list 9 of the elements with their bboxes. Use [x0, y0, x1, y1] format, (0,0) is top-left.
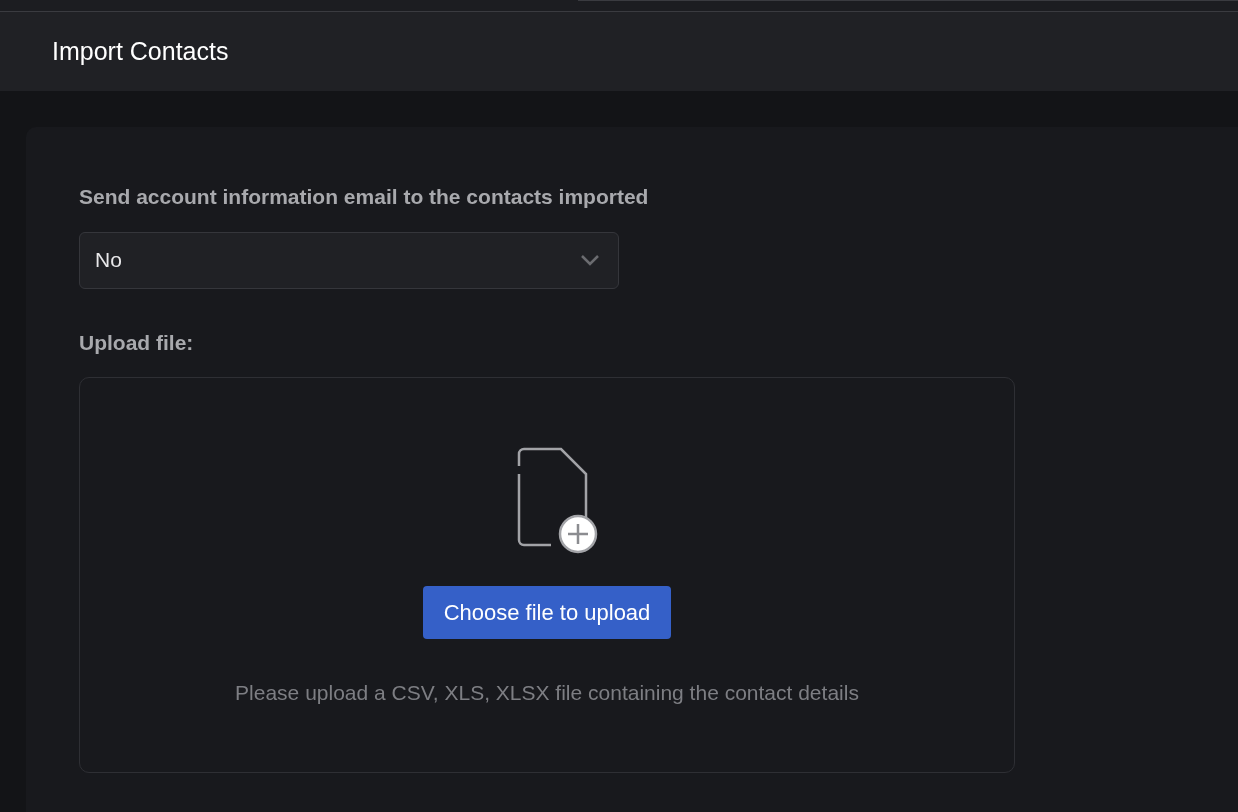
select-dropdown[interactable]: No [79, 231, 619, 289]
field-label: Upload file: [79, 329, 195, 356]
field-label: Send account information email to the contacts imported [79, 184, 650, 210]
chevron-down-icon [580, 254, 600, 266]
upload-hint: Please upload a CSV, XLS, XLSX file containing the contact details [235, 680, 859, 706]
page-title: Import Contacts [52, 35, 229, 67]
upload-dropzone[interactable]: Choose file to upload Please upload a CSV, XLS, XLSX file containing the contact details [79, 377, 1015, 773]
file-add-icon [516, 446, 600, 556]
choose-file-button[interactable]: Choose file to upload [422, 586, 672, 639]
